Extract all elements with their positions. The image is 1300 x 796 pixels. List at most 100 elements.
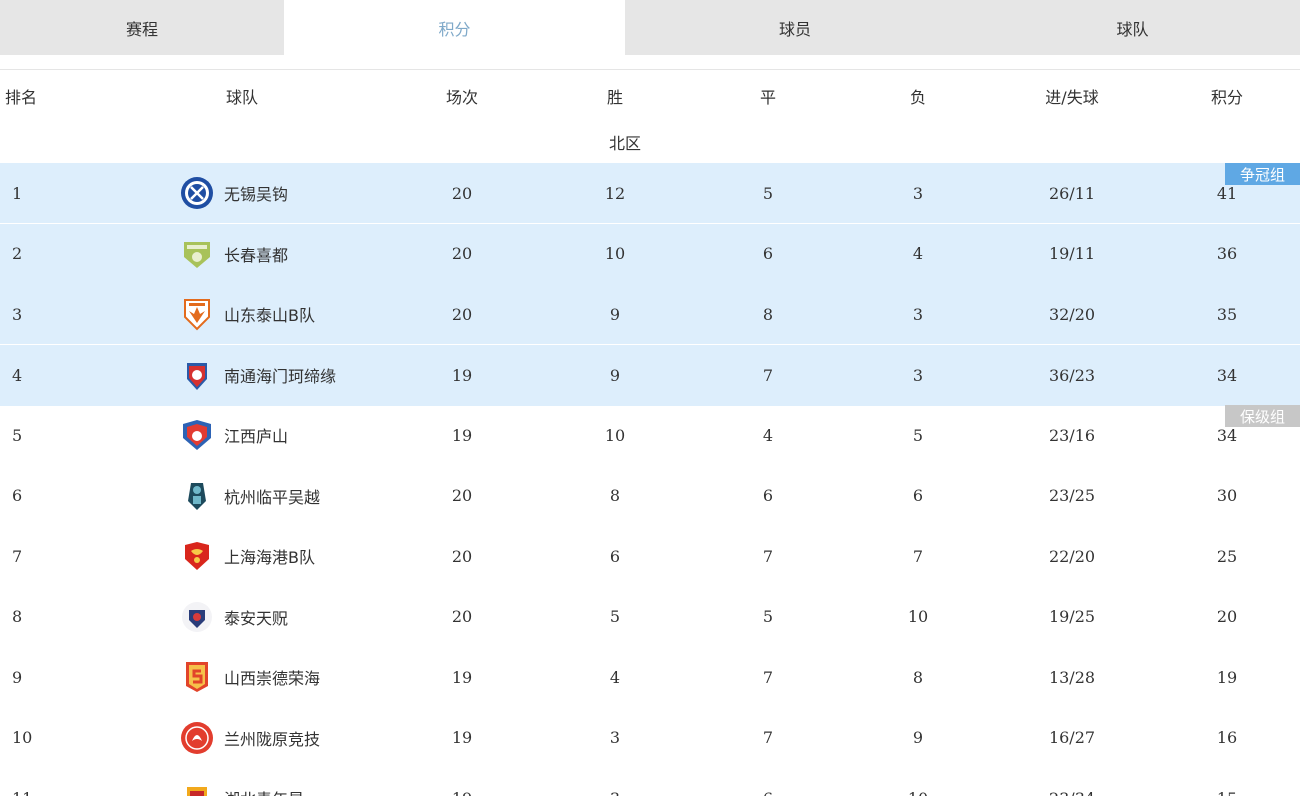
team-name[interactable]: 杭州临平吴越	[224, 484, 320, 508]
points-cell: 19	[1216, 667, 1238, 687]
table-row[interactable]: 1 无锡吴钩 20 12 5 3 26/11 41	[0, 163, 1300, 223]
team-cell[interactable]: 山东泰山B队	[180, 284, 430, 344]
points-cell: 20	[1216, 607, 1238, 626]
win-cell: 10	[604, 425, 626, 445]
win-cell: 9	[609, 304, 621, 324]
table-row[interactable]: 11 湖北青年星 19 3 6 10 23/34 15	[0, 768, 1300, 796]
tab-bar: 赛程 积分 球员 球队	[0, 0, 1300, 55]
loss-cell: 3	[912, 304, 924, 324]
table-row[interactable]: 6 杭州临平吴越 20 8 6 6 23/25 30	[0, 466, 1300, 526]
header-win: 胜	[606, 88, 623, 107]
team-cell[interactable]: 山西崇德荣海	[180, 647, 430, 707]
loss-cell: 10	[878, 768, 958, 796]
goals-cell: 19/11	[1048, 244, 1096, 263]
team-name[interactable]: 湖北青年星	[224, 786, 304, 796]
hubei-youth-star-logo	[180, 781, 214, 796]
jiangxi-lushan-logo	[180, 418, 214, 452]
shandong-taishan-b-logo	[180, 297, 214, 331]
relegation-group-badge: 保级组	[1225, 405, 1300, 427]
team-name[interactable]: 长春喜都	[224, 242, 288, 266]
draw-cell: 6	[728, 768, 808, 796]
header-points: 积分	[1210, 88, 1243, 107]
team-name[interactable]: 南通海门珂缔缘	[224, 363, 336, 387]
tab-schedule[interactable]: 赛程	[0, 0, 284, 55]
loss-cell: 6	[912, 486, 924, 505]
played-cell: 20	[451, 304, 473, 324]
loss-cell: 8	[912, 667, 924, 687]
points-cell: 16	[1216, 728, 1238, 747]
loss-cell: 4	[912, 244, 924, 263]
team-name[interactable]: 兰州陇原竞技	[224, 726, 320, 750]
points-cell: 15	[1187, 768, 1267, 796]
win-cell: 6	[609, 546, 621, 566]
draw-cell: 6	[762, 486, 774, 505]
rank-cell: 5	[12, 425, 23, 445]
team-name[interactable]: 上海海港B队	[224, 544, 315, 568]
tab-teams[interactable]: 球队	[965, 0, 1300, 55]
rank-cell: 10	[12, 728, 33, 747]
points-cell: 34	[1216, 365, 1238, 385]
rank-cell: 2	[12, 244, 23, 263]
rank-cell: 3	[12, 304, 23, 324]
team-cell[interactable]: 湖北青年星	[180, 768, 430, 796]
table-row[interactable]: 10 兰州陇原竞技 19 3 7 9 16/27 16	[0, 708, 1300, 768]
shanghai-port-b-logo	[180, 539, 214, 573]
hangzhou-linping-logo	[180, 479, 214, 513]
played-cell: 19	[451, 365, 473, 385]
team-cell[interactable]: 杭州临平吴越	[180, 466, 430, 526]
draw-cell: 5	[762, 183, 774, 203]
team-name[interactable]: 山东泰山B队	[224, 302, 315, 326]
rank-cell: 11	[12, 768, 72, 796]
team-name[interactable]: 泰安天贶	[224, 605, 288, 629]
table-row[interactable]: 9 山西崇德荣海 19 4 7 8 13/28 19	[0, 647, 1300, 707]
rank-cell: 8	[12, 607, 23, 626]
team-name[interactable]: 江西庐山	[224, 423, 288, 447]
played-cell: 19	[451, 728, 473, 747]
team-name[interactable]: 山西崇德荣海	[224, 665, 320, 689]
points-cell: 35	[1216, 304, 1238, 324]
goals-cell: 23/25	[1048, 486, 1096, 505]
team-cell[interactable]: 长春喜都	[180, 224, 430, 284]
played-cell: 19	[451, 667, 473, 687]
region-label: 北区	[608, 134, 641, 153]
lanzhou-longyuan-logo	[180, 721, 214, 755]
table-row[interactable]: 5 江西庐山 19 10 4 5 23/16 34	[0, 405, 1300, 465]
played-cell: 20	[451, 546, 473, 566]
loss-cell: 7	[912, 546, 924, 566]
goals-cell: 32/20	[1048, 304, 1096, 324]
table-row[interactable]: 7 上海海港B队 20 6 7 7 22/20 25	[0, 526, 1300, 586]
table-row[interactable]: 2 长春喜都 20 10 6 4 19/11 36	[0, 223, 1300, 284]
win-cell: 10	[604, 244, 626, 263]
played-cell: 20	[451, 183, 473, 203]
goals-cell: 19/25	[1048, 607, 1096, 626]
rank-cell: 6	[12, 486, 23, 505]
points-cell: 25	[1216, 546, 1238, 566]
header-rank: 排名	[5, 88, 38, 107]
team-cell[interactable]: 上海海港B队	[180, 526, 430, 586]
team-cell[interactable]: 南通海门珂缔缘	[180, 345, 430, 406]
team-cell[interactable]: 无锡吴钩	[180, 163, 430, 223]
win-cell: 3	[609, 728, 621, 747]
tab-players[interactable]: 球员	[625, 0, 965, 55]
win-cell: 3	[575, 768, 655, 796]
table-row[interactable]: 3 山东泰山B队 20 9 8 3 32/20 35	[0, 284, 1300, 344]
team-cell[interactable]: 泰安天贶	[180, 587, 430, 647]
loss-cell: 3	[912, 365, 924, 385]
header-draw: 平	[759, 88, 776, 107]
goals-cell: 13/28	[1048, 667, 1096, 687]
nantong-haimen-logo	[180, 358, 214, 392]
team-cell[interactable]: 江西庐山	[180, 405, 430, 465]
loss-cell: 10	[907, 607, 929, 626]
table-row[interactable]: 8 泰安天贶 20 5 5 10 19/25 20	[0, 587, 1300, 647]
draw-cell: 8	[762, 304, 774, 324]
win-cell: 8	[609, 486, 621, 505]
loss-cell: 3	[912, 183, 924, 203]
draw-cell: 7	[762, 546, 774, 566]
team-cell[interactable]: 兰州陇原竞技	[180, 708, 430, 768]
rank-cell: 9	[12, 667, 23, 687]
tab-standings[interactable]: 积分	[284, 0, 625, 55]
team-name[interactable]: 无锡吴钩	[224, 181, 288, 205]
table-row[interactable]: 4 南通海门珂缔缘 19 9 7 3 36/23 34	[0, 344, 1300, 406]
loss-cell: 9	[912, 728, 924, 747]
goals-cell: 23/16	[1048, 425, 1096, 445]
